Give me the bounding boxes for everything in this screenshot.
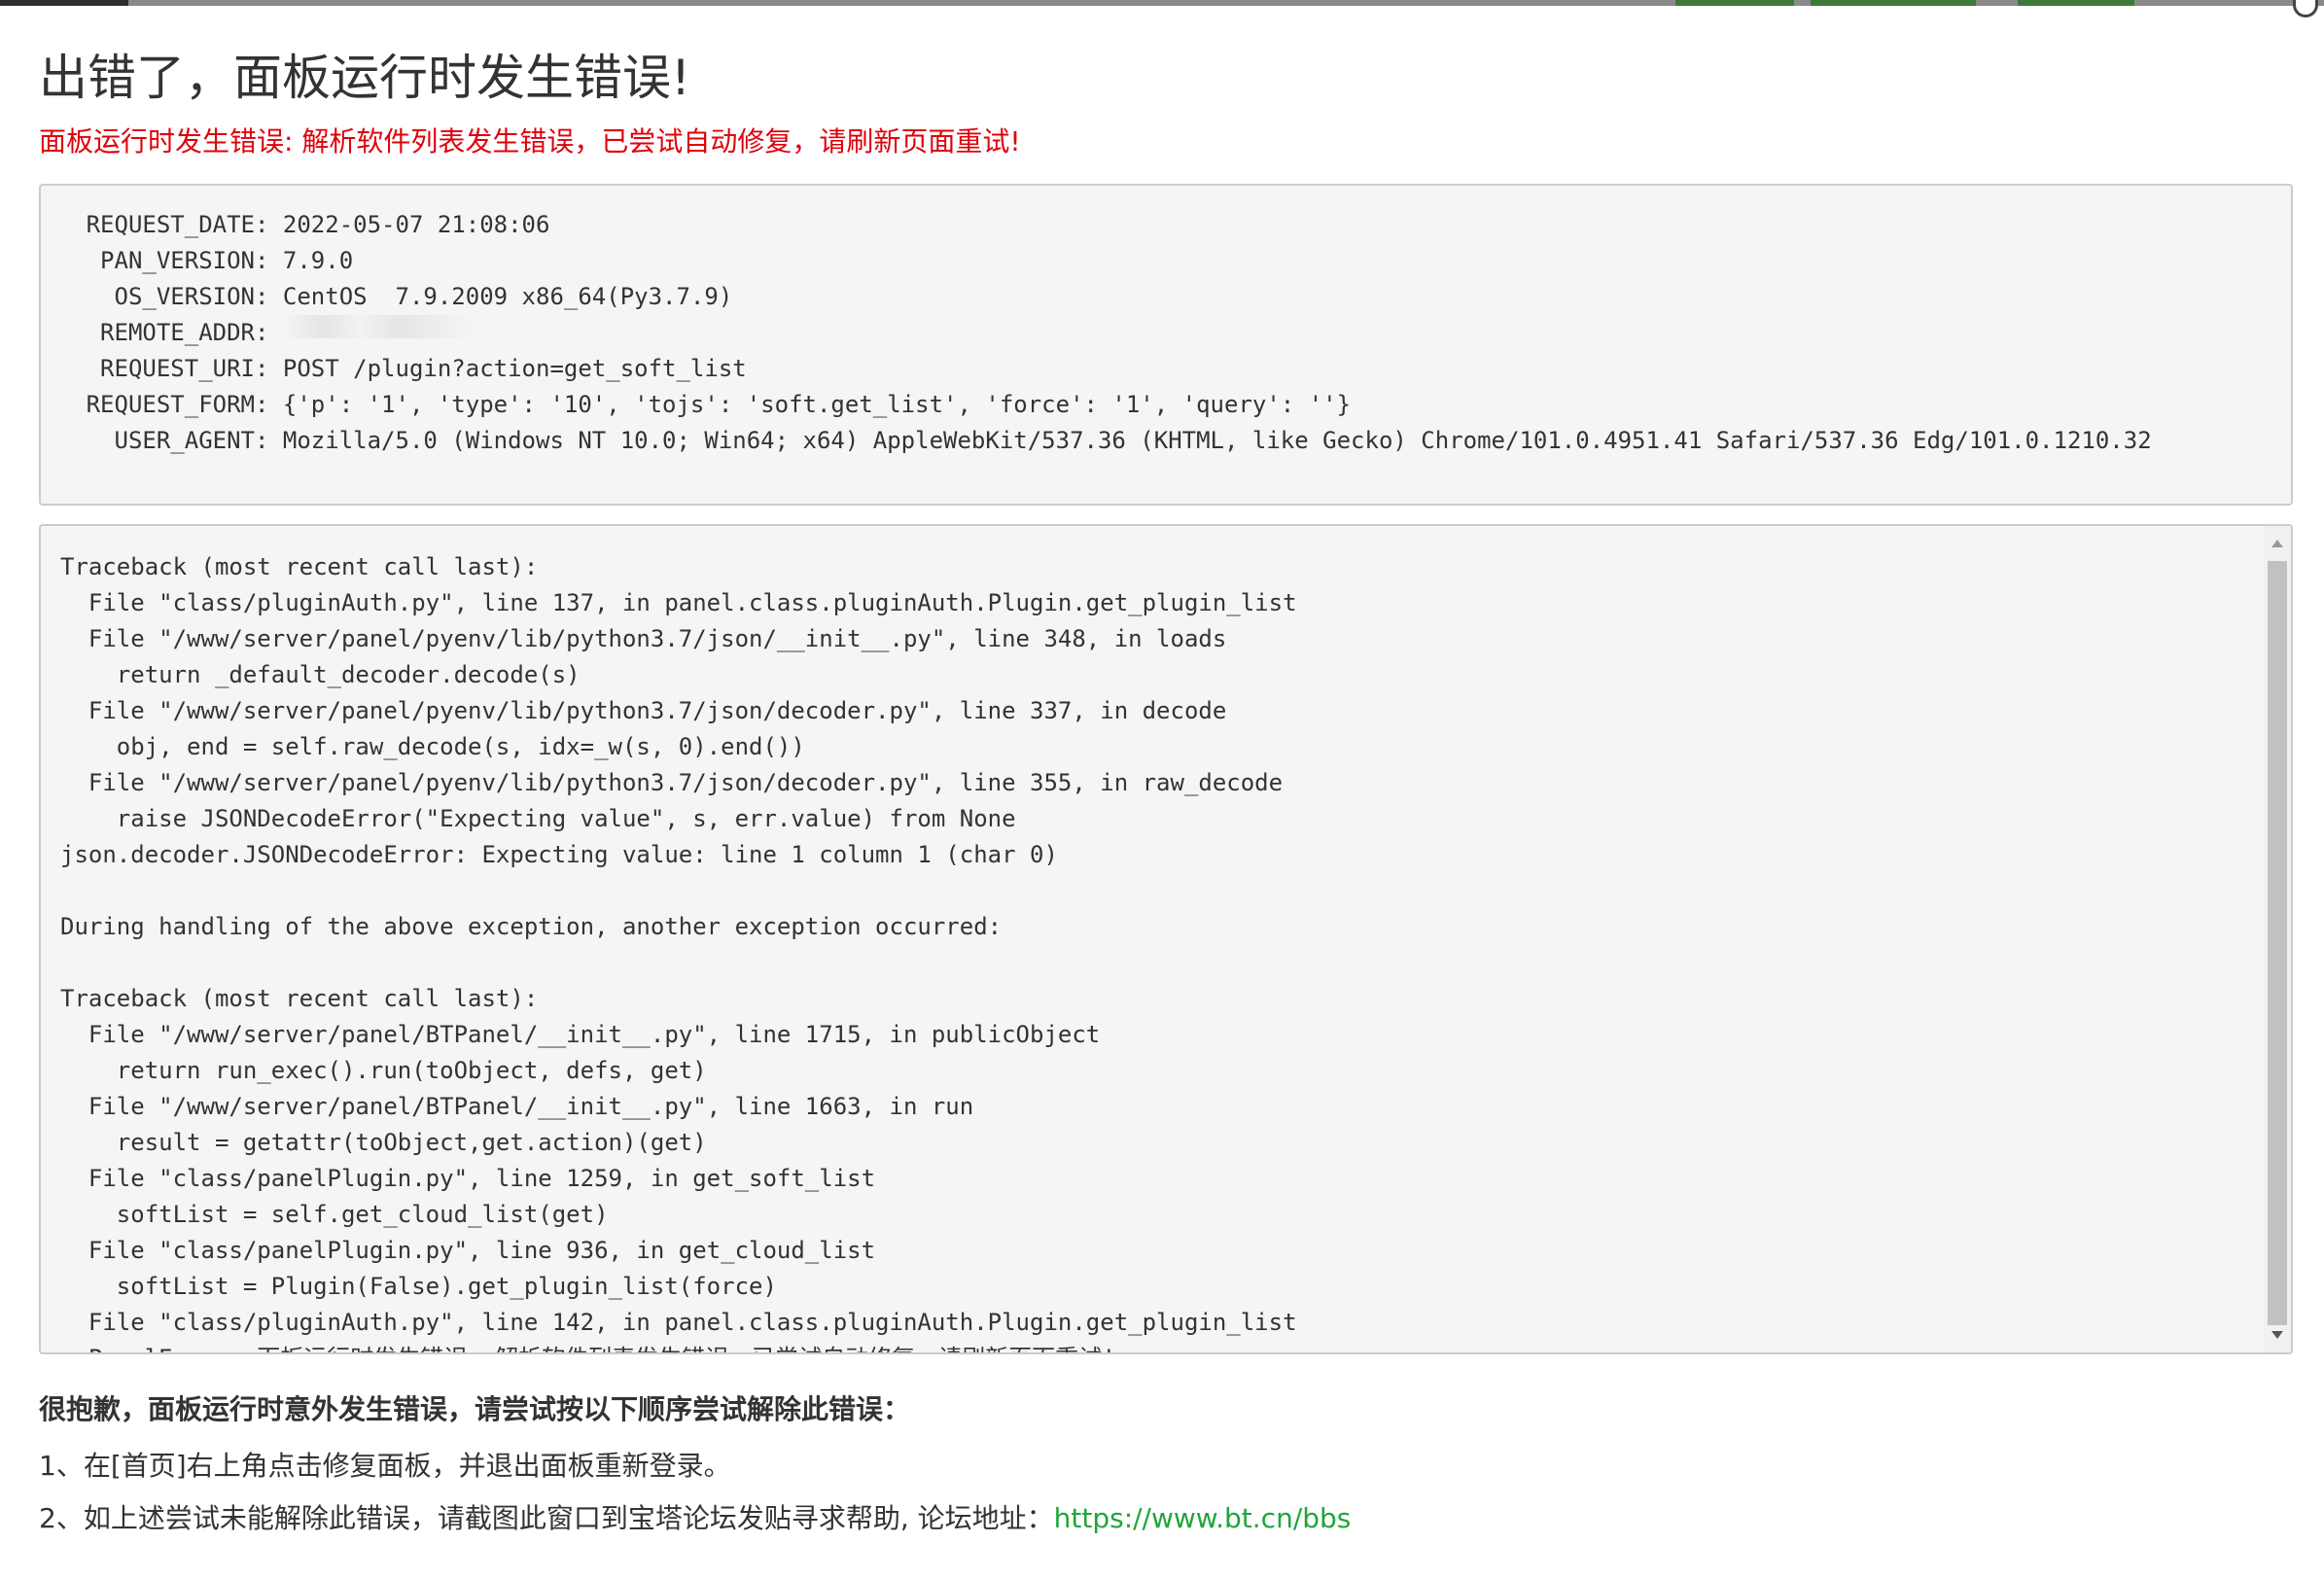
request-info-row: USER_AGENT: Mozilla/5.0 (Windows NT 10.0… [60, 423, 2271, 459]
traceback-box[interactable]: Traceback (most recent call last): File … [39, 524, 2293, 1354]
traceback-line: File "/www/server/panel/BTPanel/__init__… [60, 1021, 1101, 1048]
scrollbar[interactable] [2264, 526, 2291, 1352]
traceback-line: File "/www/server/panel/BTPanel/__init__… [60, 1093, 974, 1120]
separator: : [255, 355, 283, 382]
traceback-line [60, 945, 2252, 981]
traceback-line: PanelError: 面板运行时发生错误: 解析软件列表发生错误，已尝试自动修… [60, 1341, 2252, 1352]
page-title: 出错了，面板运行时发生错误! [39, 50, 691, 106]
help-step-2-text: 2、如上述尝试未能解除此错误，请截图此窗口到宝塔论坛发贴寻求帮助, 论坛地址： [39, 1502, 1054, 1534]
traceback-line: raise JSONDecodeError("Expecting value",… [60, 805, 1016, 832]
request-info-value: {'p': '1', 'type': '10', 'tojs': 'soft.g… [282, 391, 1352, 418]
separator: : [255, 427, 283, 454]
separator: : [255, 247, 283, 274]
traceback-line: Traceback (most recent call last): [60, 985, 539, 1012]
request-info-row: REMOTE_ADDR: [60, 315, 2271, 351]
traceback-line: File "class/panelPlugin.py", line 1259, … [60, 1165, 876, 1192]
request-info-box: REQUEST_DATE: 2022-05-07 21:08:06 PAN_VER… [39, 184, 2293, 506]
traceback-line: File "/www/server/panel/pyenv/lib/python… [60, 769, 1284, 796]
request-info-value: POST /plugin?action=get_soft_list [282, 355, 747, 382]
forum-link[interactable]: https://www.bt.cn/bbs [1054, 1502, 1352, 1534]
top-tab[interactable] [1675, 0, 1794, 6]
request-info-row: REQUEST_DATE: 2022-05-07 21:08:06 [60, 207, 2271, 243]
traceback-line: File "/www/server/panel/pyenv/lib/python… [60, 625, 1227, 652]
traceback-line: result = getattr(toObject,get.action)(ge… [60, 1129, 707, 1156]
traceback-line: obj, end = self.raw_decode(s, idx=_w(s, … [60, 733, 805, 760]
scroll-thumb[interactable] [2268, 561, 2287, 1325]
request-info-row: OS_VERSION: CentOS 7.9.2009 x86_64(Py3.7… [60, 279, 2271, 315]
scroll-up-icon[interactable] [2271, 540, 2283, 547]
request-info-value: 2022-05-07 21:08:06 [282, 211, 550, 238]
request-info-key: USER_AGENT [114, 427, 256, 454]
traceback-line: File "class/pluginAuth.py", line 142, in… [60, 1309, 1297, 1336]
traceback-line: File "/www/server/panel/pyenv/lib/python… [60, 697, 1227, 724]
request-info-key: REMOTE_ADDR [100, 319, 255, 346]
traceback-content: Traceback (most recent call last): File … [60, 549, 2252, 1352]
traceback-line: return run_exec().run(toObject, defs, ge… [60, 1057, 707, 1084]
separator: : [255, 319, 283, 346]
request-info-row: PAN_VERSION: 7.9.0 [60, 243, 2271, 279]
close-icon[interactable] [2293, 0, 2318, 18]
traceback-line: File "class/panelPlugin.py", line 936, i… [60, 1237, 876, 1264]
traceback-line: During handling of the above exception, … [60, 913, 1003, 940]
traceback-line [60, 873, 2252, 909]
request-info-row: REQUEST_FORM: {'p': '1', 'type': '10', '… [60, 387, 2271, 423]
request-info-key: REQUEST_FORM [86, 391, 255, 418]
redacted-value [282, 315, 477, 338]
separator: : [255, 211, 283, 238]
request-info-value: CentOS 7.9.2009 x86_64(Py3.7.9) [282, 283, 733, 310]
request-info-key: REQUEST_DATE [86, 211, 255, 238]
scroll-down-icon[interactable] [2271, 1331, 2283, 1339]
window-tab[interactable] [0, 0, 128, 6]
help-title: 很抱歉，面板运行时意外发生错误，请尝试按以下顺序尝试解除此错误： [39, 1393, 911, 1425]
traceback-line: softList = Plugin(False).get_plugin_list… [60, 1273, 777, 1300]
help-step-2: 2、如上述尝试未能解除此错误，请截图此窗口到宝塔论坛发贴寻求帮助, 论坛地址：h… [39, 1497, 1351, 1536]
separator: : [255, 283, 283, 310]
request-info-key: OS_VERSION [114, 283, 256, 310]
request-info-value: 7.9.0 [282, 247, 354, 274]
traceback-line: return _default_decoder.decode(s) [60, 661, 581, 688]
request-info-key: REQUEST_URI [100, 355, 255, 382]
separator: : [255, 391, 283, 418]
request-info-value: Mozilla/5.0 (Windows NT 10.0; Win64; x64… [282, 427, 2152, 454]
error-message: 面板运行时发生错误: 解析软件列表发生错误，已尝试自动修复，请刷新页面重试! [39, 125, 1021, 158]
help-section: 很抱歉，面板运行时意外发生错误，请尝试按以下顺序尝试解除此错误： 1、在[首页]… [39, 1388, 1351, 1550]
window-top-bar [0, 0, 2324, 6]
traceback-line: json.decoder.JSONDecodeError: Expecting … [60, 841, 1058, 868]
help-step-1: 1、在[首页]右上角点击修复面板，并退出面板重新登录。 [39, 1450, 731, 1482]
traceback-line: Traceback (most recent call last): [60, 553, 539, 580]
top-tab[interactable] [1811, 0, 1976, 6]
request-info-key: PAN_VERSION [100, 247, 255, 274]
traceback-line: File "class/pluginAuth.py", line 137, in… [60, 589, 1297, 616]
request-info-row: REQUEST_URI: POST /plugin?action=get_sof… [60, 351, 2271, 387]
traceback-line: softList = self.get_cloud_list(get) [60, 1201, 609, 1228]
top-tab[interactable] [2018, 0, 2134, 6]
